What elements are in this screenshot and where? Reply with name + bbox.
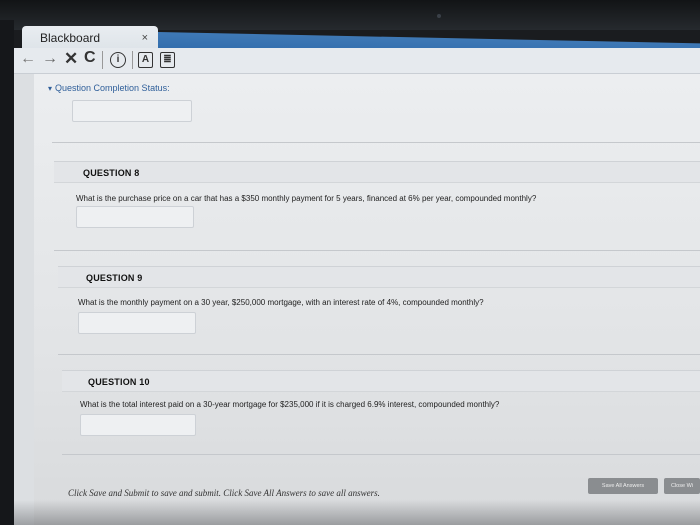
bottom-shadow xyxy=(14,500,700,525)
submit-instructions: Click Save and Submit to save and submit… xyxy=(68,488,380,498)
question-10-title: QUESTION 10 xyxy=(88,377,150,387)
page-sidebar xyxy=(14,74,34,525)
tab-title: Blackboard xyxy=(40,31,101,45)
browser-toolbar: ← → ✕ C i A ≣ xyxy=(14,48,700,74)
save-all-answers-button[interactable]: Save All Answers xyxy=(588,478,658,494)
back-arrow-icon[interactable]: ← xyxy=(20,50,36,68)
question-10-answer-input[interactable] xyxy=(80,414,196,436)
close-icon[interactable]: × xyxy=(142,32,148,44)
bookmark-icon[interactable]: ≣ xyxy=(160,52,175,68)
stop-icon[interactable]: ✕ xyxy=(64,49,78,69)
camera-dot xyxy=(437,14,441,18)
toolbar-divider xyxy=(102,51,103,69)
divider xyxy=(62,454,700,455)
monitor-bezel-left xyxy=(0,20,14,525)
reload-icon[interactable]: C xyxy=(84,49,96,67)
toolbar-divider xyxy=(132,51,133,69)
divider xyxy=(54,250,700,251)
info-icon[interactable]: i xyxy=(110,52,126,68)
question-9-answer-input[interactable] xyxy=(78,312,196,334)
question-9-header xyxy=(58,266,700,288)
question-8-text: What is the purchase price on a car that… xyxy=(76,194,537,203)
question-8-header xyxy=(54,161,700,183)
question-9-text: What is the monthly payment on a 30 year… xyxy=(78,298,484,307)
status-label: Question Completion Status: xyxy=(55,83,170,93)
divider xyxy=(52,142,700,143)
answer-input-7[interactable] xyxy=(72,100,192,122)
question-10-text: What is the total interest paid on a 30-… xyxy=(80,400,500,409)
question-8-title: QUESTION 8 xyxy=(83,168,140,178)
chevron-down-icon: ▾ xyxy=(48,84,53,93)
question-9-title: QUESTION 9 xyxy=(86,273,143,283)
forward-arrow-icon[interactable]: → xyxy=(42,50,58,68)
close-window-button[interactable]: Close Wi xyxy=(664,478,700,494)
question-10-header xyxy=(62,370,700,392)
divider xyxy=(58,354,700,355)
question-8-answer-input[interactable] xyxy=(76,206,194,228)
question-completion-status[interactable]: ▾ Question Completion Status: xyxy=(48,83,170,93)
reader-icon[interactable]: A xyxy=(138,52,153,68)
